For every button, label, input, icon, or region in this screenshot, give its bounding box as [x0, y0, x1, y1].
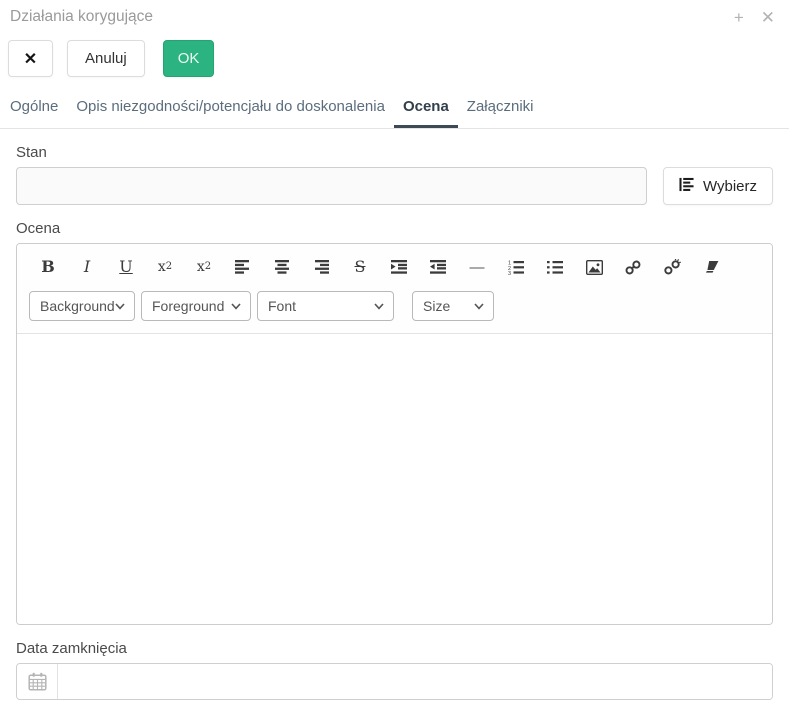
align-left-button[interactable] [234, 257, 252, 278]
calendar-icon [28, 672, 47, 691]
editor-toolbar-selects: Background Foreground Font Size [29, 291, 760, 321]
stan-input[interactable] [16, 167, 647, 205]
align-center-button[interactable] [273, 257, 291, 278]
image-button[interactable] [585, 257, 603, 278]
outdent-button[interactable] [429, 257, 447, 278]
window-header: Działania korygujące + ✕ [0, 0, 789, 26]
ordered-list-button[interactable]: 1 2 3 [507, 257, 525, 278]
tab-bar: Ogólne Opis niezgodności/potencjału do d… [0, 98, 789, 129]
ocena-label: Ocena [16, 220, 773, 237]
calendar-addon[interactable] [17, 664, 58, 699]
wybierz-button-label: Wybierz [703, 178, 757, 195]
ok-button[interactable]: OK [163, 40, 215, 77]
size-select[interactable]: Size [412, 291, 494, 321]
chevron-down-icon [231, 303, 241, 310]
size-select-value: Size [423, 298, 450, 314]
window-controls: + ✕ [734, 9, 775, 26]
tab-opis-niezgodnosci[interactable]: Opis niezgodności/potencjału do doskonal… [67, 98, 394, 128]
expand-icon[interactable]: + [734, 9, 744, 26]
chevron-down-icon [474, 303, 484, 310]
italic-button[interactable]: I [78, 257, 96, 278]
link-button[interactable] [624, 257, 642, 278]
subscript-base: x [158, 260, 166, 274]
page-title: Działania korygujące [10, 8, 153, 26]
data-zamkniecia-input[interactable] [58, 664, 772, 699]
data-zamkniecia-label: Data zamknięcia [16, 640, 773, 657]
superscript-digit: 2 [205, 262, 211, 272]
wybierz-button[interactable]: Wybierz [663, 167, 773, 205]
foreground-select-value: Foreground [152, 298, 224, 314]
tab-ogolne[interactable]: Ogólne [1, 98, 67, 128]
background-select[interactable]: Background [29, 291, 135, 321]
editor-toolbar: B I U x2 x2 [17, 244, 772, 334]
tab-zalaczniki[interactable]: Załączniki [458, 98, 543, 128]
window-close-icon[interactable]: ✕ [761, 9, 775, 26]
cancel-button[interactable]: Anuluj [67, 40, 145, 77]
editor-toolbar-buttons: B I U x2 x2 [29, 254, 760, 278]
foreground-select[interactable]: Foreground [141, 291, 251, 321]
form-panel: Stan Wybierz Ocena B I U x2 [0, 144, 789, 700]
bold-button[interactable]: B [39, 257, 57, 278]
horizontal-rule-button[interactable]: — [468, 257, 486, 278]
close-button[interactable]: ✕ [8, 40, 53, 77]
subscript-digit: 2 [166, 262, 172, 272]
stan-label: Stan [16, 144, 773, 161]
underline-button[interactable]: U [117, 257, 135, 278]
superscript-button[interactable]: x2 [195, 257, 213, 278]
editor-content-area[interactable] [17, 334, 772, 624]
rich-text-editor: B I U x2 x2 [16, 243, 773, 625]
tab-ocena[interactable]: Ocena [394, 98, 458, 128]
chevron-down-icon [115, 303, 125, 310]
superscript-base: x [197, 260, 205, 274]
list-icon [679, 177, 694, 196]
indent-button[interactable] [390, 257, 408, 278]
date-input-group [16, 663, 773, 700]
font-select[interactable]: Font [257, 291, 394, 321]
action-toolbar: ✕ Anuluj OK [0, 26, 789, 77]
subscript-button[interactable]: x2 [156, 257, 174, 278]
chevron-down-icon [374, 303, 384, 310]
align-right-button[interactable] [312, 257, 330, 278]
strikethrough-button[interactable]: S [351, 257, 369, 278]
remove-format-icon[interactable] [702, 257, 720, 278]
unordered-list-button[interactable] [546, 257, 564, 278]
font-select-value: Font [268, 298, 296, 314]
background-select-value: Background [40, 298, 115, 314]
unlink-button[interactable] [663, 257, 681, 278]
svg-text:3: 3 [508, 271, 511, 275]
stan-row: Wybierz [16, 167, 773, 205]
